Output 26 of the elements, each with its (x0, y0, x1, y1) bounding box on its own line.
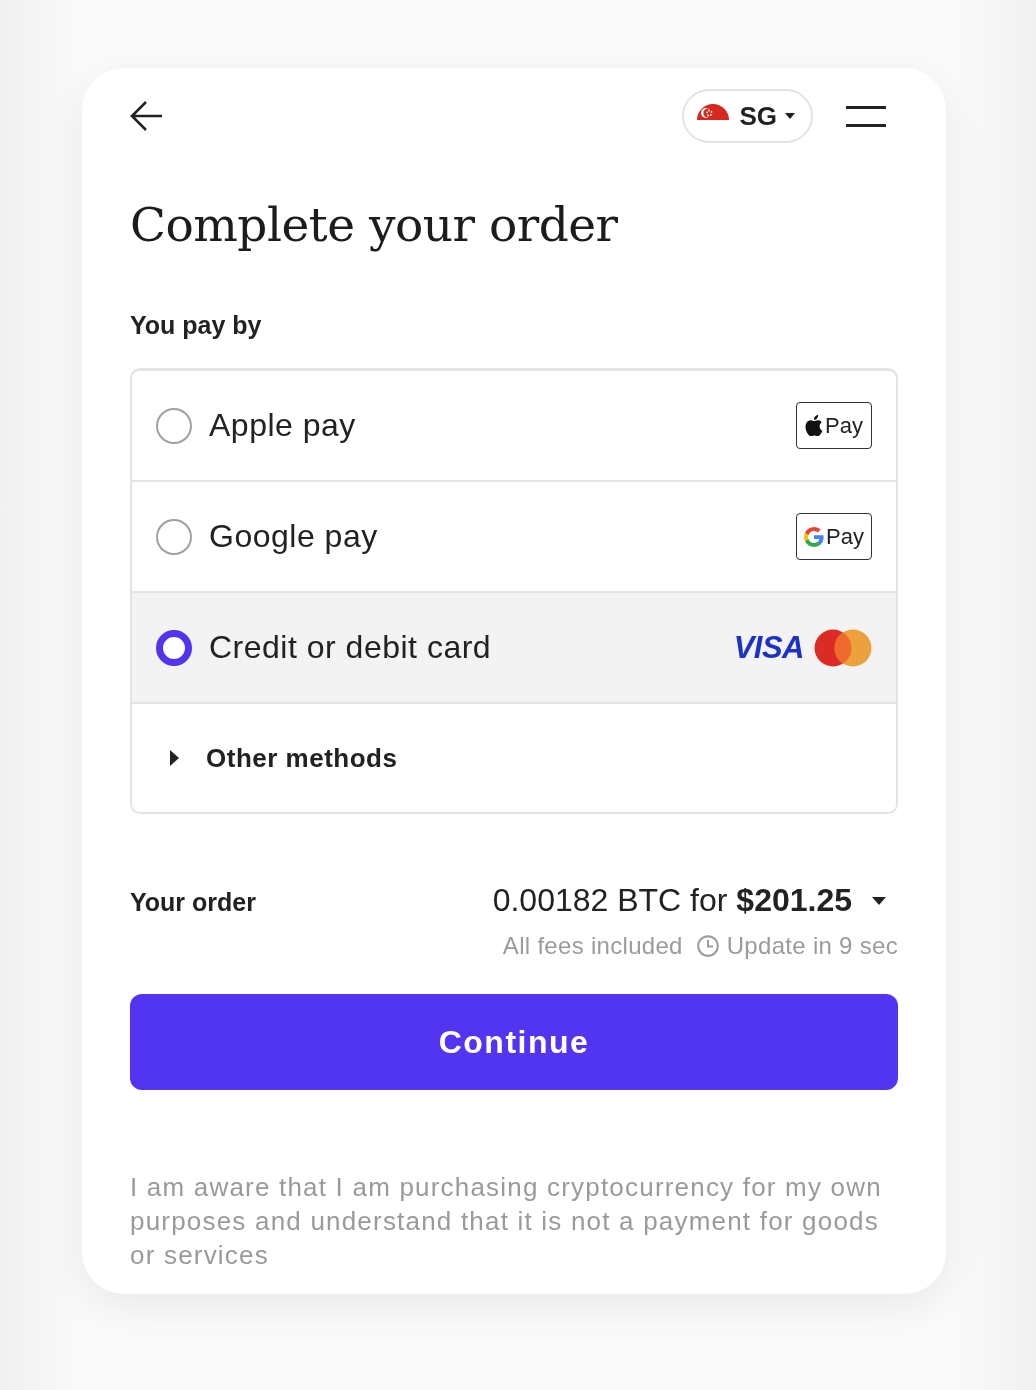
flag-icon (697, 102, 730, 120)
caret-icon (785, 113, 795, 119)
payment-option[interactable]: Credit or debit card VISA (132, 593, 896, 704)
radio-button[interactable] (156, 629, 192, 666)
clock-icon (696, 935, 719, 957)
radio-button[interactable] (156, 407, 192, 444)
radio-button[interactable] (156, 518, 192, 555)
apple-logo-icon (805, 415, 824, 436)
continue-button[interactable]: Continue (130, 994, 898, 1090)
back-arrow-icon[interactable] (130, 100, 164, 132)
google-pay-badge: Pay (796, 513, 872, 560)
update-timer: Update in 9 sec (726, 932, 898, 960)
section-label: You pay by (130, 311, 263, 340)
order-amount-dropdown[interactable]: 0.00182 BTC for $201.25 (492, 882, 898, 919)
payment-option[interactable]: Apple pay Pay (132, 371, 896, 482)
apple-pay-badge: Pay (796, 402, 872, 449)
disclaimer-text: I am aware that I am purchasing cryptocurrency for my own purposes and understand that it is not a payment for goods or services (130, 1171, 883, 1272)
overlapping-circles-icon (814, 628, 872, 667)
caret-icon (872, 896, 886, 905)
page-title: Complete your order (130, 197, 619, 253)
menu-icon[interactable] (846, 105, 886, 127)
card-brand-logo: VISA (733, 629, 804, 666)
order-label: Your order (130, 888, 256, 917)
fees-note: All fees included (502, 932, 683, 960)
g-logo-icon (804, 526, 825, 547)
country-selector[interactable]: SG (682, 89, 813, 143)
